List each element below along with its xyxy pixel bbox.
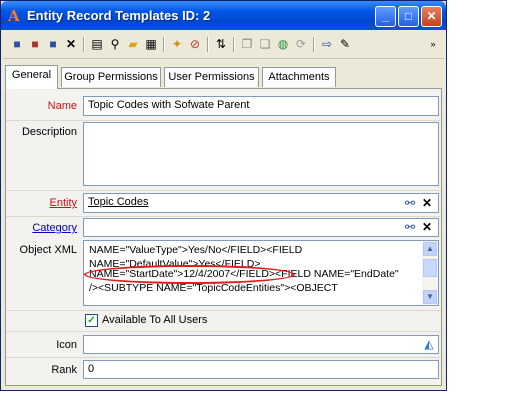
entity-record-templates-window: A Entity Record Templates ID: 2 _ □ ✕ ■ … (0, 0, 447, 391)
note-icon[interactable]: ✎ (337, 36, 353, 52)
save-new-icon[interactable]: ■ (45, 36, 61, 52)
magic-icon[interactable]: ✦ (169, 36, 185, 52)
rank-label: Rank (51, 364, 77, 376)
minimize-button[interactable]: _ (375, 6, 396, 27)
name-field[interactable]: Topic Codes with Sofwate Parent (83, 96, 439, 116)
toolbar-separator (83, 37, 85, 52)
toolbar-separator (233, 37, 235, 52)
available-label: Available To All Users (102, 314, 208, 326)
category-field[interactable] (83, 218, 439, 237)
toolbar: ■ ■ ■ ✕ ▤ ⚲ ▰ ▦ ✦ ⊘ ⇅ ❐ ❏ ◍ ⟳ ⇨ ✎ » (3, 32, 444, 59)
maximize-button[interactable]: □ (398, 6, 419, 27)
name-label: Name (47, 100, 77, 112)
description-label: Description (21, 126, 77, 138)
binoculars-icon[interactable]: ⚯ (402, 219, 418, 235)
copy-icon[interactable]: ❐ (239, 36, 255, 52)
object-xml-label: Object XML (19, 244, 77, 256)
list-icon[interactable]: ▦ (143, 36, 159, 52)
icon-field[interactable] (83, 335, 439, 354)
rank-field[interactable]: 0 (83, 360, 439, 379)
paste-icon[interactable]: ❏ (257, 36, 273, 52)
category-label[interactable]: Category (32, 222, 77, 234)
toolbar-separator (313, 37, 315, 52)
pick-icon-icon[interactable]: ◭ (421, 336, 437, 352)
tab-user-permissions[interactable]: User Permissions (164, 67, 259, 87)
print-icon[interactable]: ▤ (89, 36, 105, 52)
tab-attachments[interactable]: Attachments (262, 67, 336, 87)
status-strip (1, 387, 446, 390)
find-icon[interactable]: ⚲ (107, 36, 123, 52)
delete-icon[interactable]: ✕ (63, 36, 79, 52)
available-checkbox[interactable]: ✓ (85, 314, 98, 327)
clear-entity-icon[interactable]: ✕ (419, 195, 435, 211)
divider (6, 120, 441, 121)
entity-label[interactable]: Entity (49, 197, 77, 209)
entity-value[interactable]: Topic Codes (88, 196, 149, 208)
tab-group-permissions[interactable]: Group Permissions (61, 67, 161, 87)
overflow-chevron-icon[interactable]: » (425, 36, 441, 52)
scroll-down-icon[interactable]: ▼ (423, 290, 437, 304)
divider (6, 216, 441, 217)
binoculars-icon[interactable]: ⚯ (402, 195, 418, 211)
highlight-ellipse (84, 265, 295, 284)
xml-line: /><SUBTYPE NAME="TopicCodeEntities"><OBJ… (89, 282, 338, 294)
tab-general[interactable]: General (5, 65, 58, 89)
divider (6, 190, 441, 191)
general-panel: Name Topic Codes with Sofwate Parent Des… (5, 88, 442, 386)
window-title: Entity Record Templates ID: 2 (27, 8, 211, 23)
scroll-thumb[interactable] (423, 259, 437, 277)
scroll-up-icon[interactable]: ▲ (423, 242, 437, 256)
open-folder-icon[interactable]: ▰ (125, 36, 141, 52)
sort-icon[interactable]: ⇅ (213, 36, 229, 52)
refresh-icon[interactable]: ⟳ (293, 36, 309, 52)
import-icon[interactable]: ⇨ (319, 36, 335, 52)
icon-label: Icon (56, 339, 77, 351)
save-close-icon[interactable]: ■ (27, 36, 43, 52)
divider (6, 310, 441, 311)
globe-icon[interactable]: ◍ (275, 36, 291, 52)
title-bar[interactable]: A Entity Record Templates ID: 2 _ □ ✕ (1, 1, 446, 30)
toolbar-separator (163, 37, 165, 52)
save-icon[interactable]: ■ (9, 36, 25, 52)
tab-strip: General Group Permissions User Permissio… (5, 65, 442, 89)
description-field[interactable] (83, 122, 439, 186)
vertical-scrollbar[interactable]: ▲ ▼ (422, 241, 438, 305)
divider (6, 331, 441, 332)
divider (6, 357, 441, 358)
close-button[interactable]: ✕ (421, 6, 442, 27)
remove-icon[interactable]: ⊘ (187, 36, 203, 52)
entity-field[interactable]: Topic Codes (83, 193, 439, 213)
toolbar-separator (207, 37, 209, 52)
clear-category-icon[interactable]: ✕ (419, 219, 435, 235)
app-icon: A (8, 7, 20, 25)
xml-line: NAME="ValueType">Yes/No</FIELD><FIELD (89, 244, 303, 256)
